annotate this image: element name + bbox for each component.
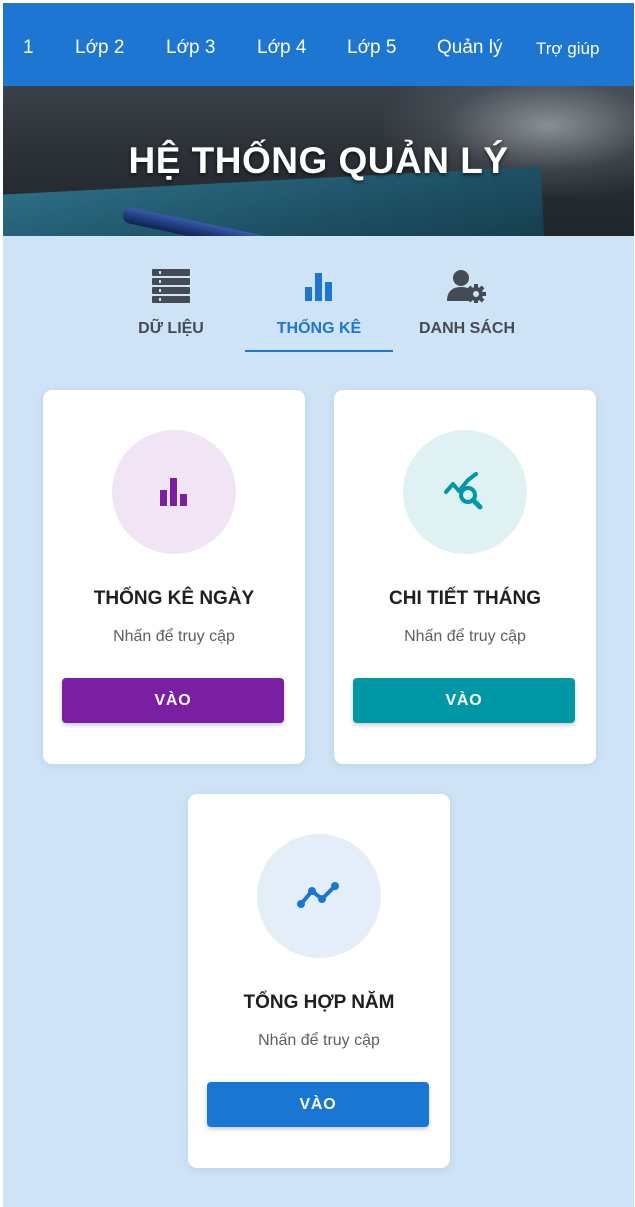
nav-item-lop-3[interactable]: Lớp 3 <box>166 37 215 59</box>
tab-label: THỐNG KÊ <box>276 320 362 337</box>
enter-button[interactable]: VÀO <box>353 678 575 723</box>
user-settings-icon <box>447 269 487 308</box>
tab-thong-ke[interactable]: THỐNG KÊ <box>245 265 393 355</box>
nav-item-quan-ly[interactable]: Quản lý <box>437 37 502 59</box>
tab-danh-sach[interactable]: DANH SÁCH <box>393 265 541 355</box>
nav-item-1[interactable]: 1 <box>23 37 34 59</box>
icon-circle <box>403 430 527 554</box>
tab-label: DỮ LIỆU <box>138 320 204 337</box>
tab-du-lieu[interactable]: DỮ LIỆU <box>97 265 245 355</box>
tab-label: DANH SÁCH <box>419 320 515 337</box>
card-subtitle: Nhấn để truy cập <box>113 628 235 645</box>
page-title: HỆ THỐNG QUẢN LÝ <box>128 140 509 181</box>
enter-button[interactable]: VÀO <box>62 678 284 723</box>
bar-chart-icon <box>303 269 335 308</box>
card-subtitle: Nhấn để truy cập <box>404 628 526 645</box>
app-frame: 1 Lớp 2 Lớp 3 Lớp 4 Lớp 5 Quản lý Trợ gi… <box>3 3 634 1207</box>
top-navigation: 1 Lớp 2 Lớp 3 Lớp 4 Lớp 5 Quản lý Trợ gi… <box>3 3 634 86</box>
card-chi-tiet-thang: CHI TIẾT THÁNG Nhấn để truy cập VÀO <box>334 390 596 764</box>
list-icon <box>152 269 190 308</box>
active-tab-indicator <box>245 350 393 352</box>
card-title: TỔNG HỢP NĂM <box>243 992 395 1013</box>
nav-item-lop-5[interactable]: Lớp 5 <box>347 37 396 59</box>
enter-button[interactable]: VÀO <box>207 1082 429 1127</box>
card-thong-ke-ngay: THỐNG KÊ NGÀY Nhấn để truy cập VÀO <box>43 390 305 764</box>
card-tong-hop-nam: TỔNG HỢP NĂM Nhấn để truy cập VÀO <box>188 794 450 1168</box>
nav-item-lop-2[interactable]: Lớp 2 <box>75 37 124 59</box>
icon-circle <box>112 430 236 554</box>
card-subtitle: Nhấn để truy cập <box>258 1032 380 1049</box>
card-title: THỐNG KÊ NGÀY <box>93 588 255 609</box>
icon-circle <box>257 834 381 958</box>
hero-banner: HỆ THỐNG QUẢN LÝ <box>3 86 634 236</box>
card-title: CHI TIẾT THÁNG <box>389 588 541 609</box>
nav-item-lop-4[interactable]: Lớp 4 <box>257 37 306 59</box>
nav-item-tro-giup[interactable]: Trợ giúp <box>536 38 599 60</box>
